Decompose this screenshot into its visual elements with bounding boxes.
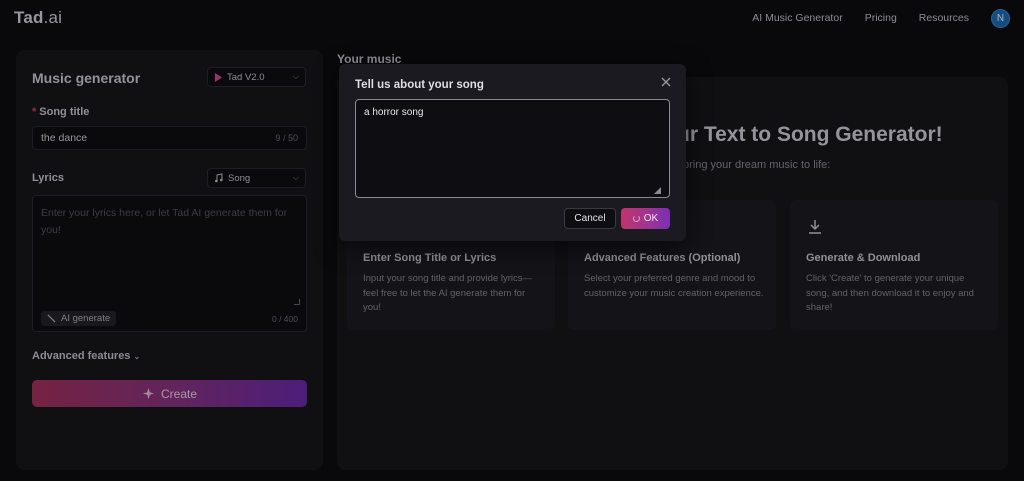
close-icon[interactable] [660, 76, 672, 88]
ok-button[interactable]: OK [621, 208, 670, 229]
resize-grip-icon[interactable] [654, 187, 661, 194]
modal-title: Tell us about your song [355, 79, 484, 91]
loading-spinner-icon [632, 215, 640, 222]
cancel-button[interactable]: Cancel [564, 208, 616, 229]
song-description-modal: Tell us about your song a horror song Ca… [339, 64, 686, 241]
song-description-textarea[interactable]: a horror song [355, 99, 670, 198]
ok-label: OK [643, 213, 659, 224]
